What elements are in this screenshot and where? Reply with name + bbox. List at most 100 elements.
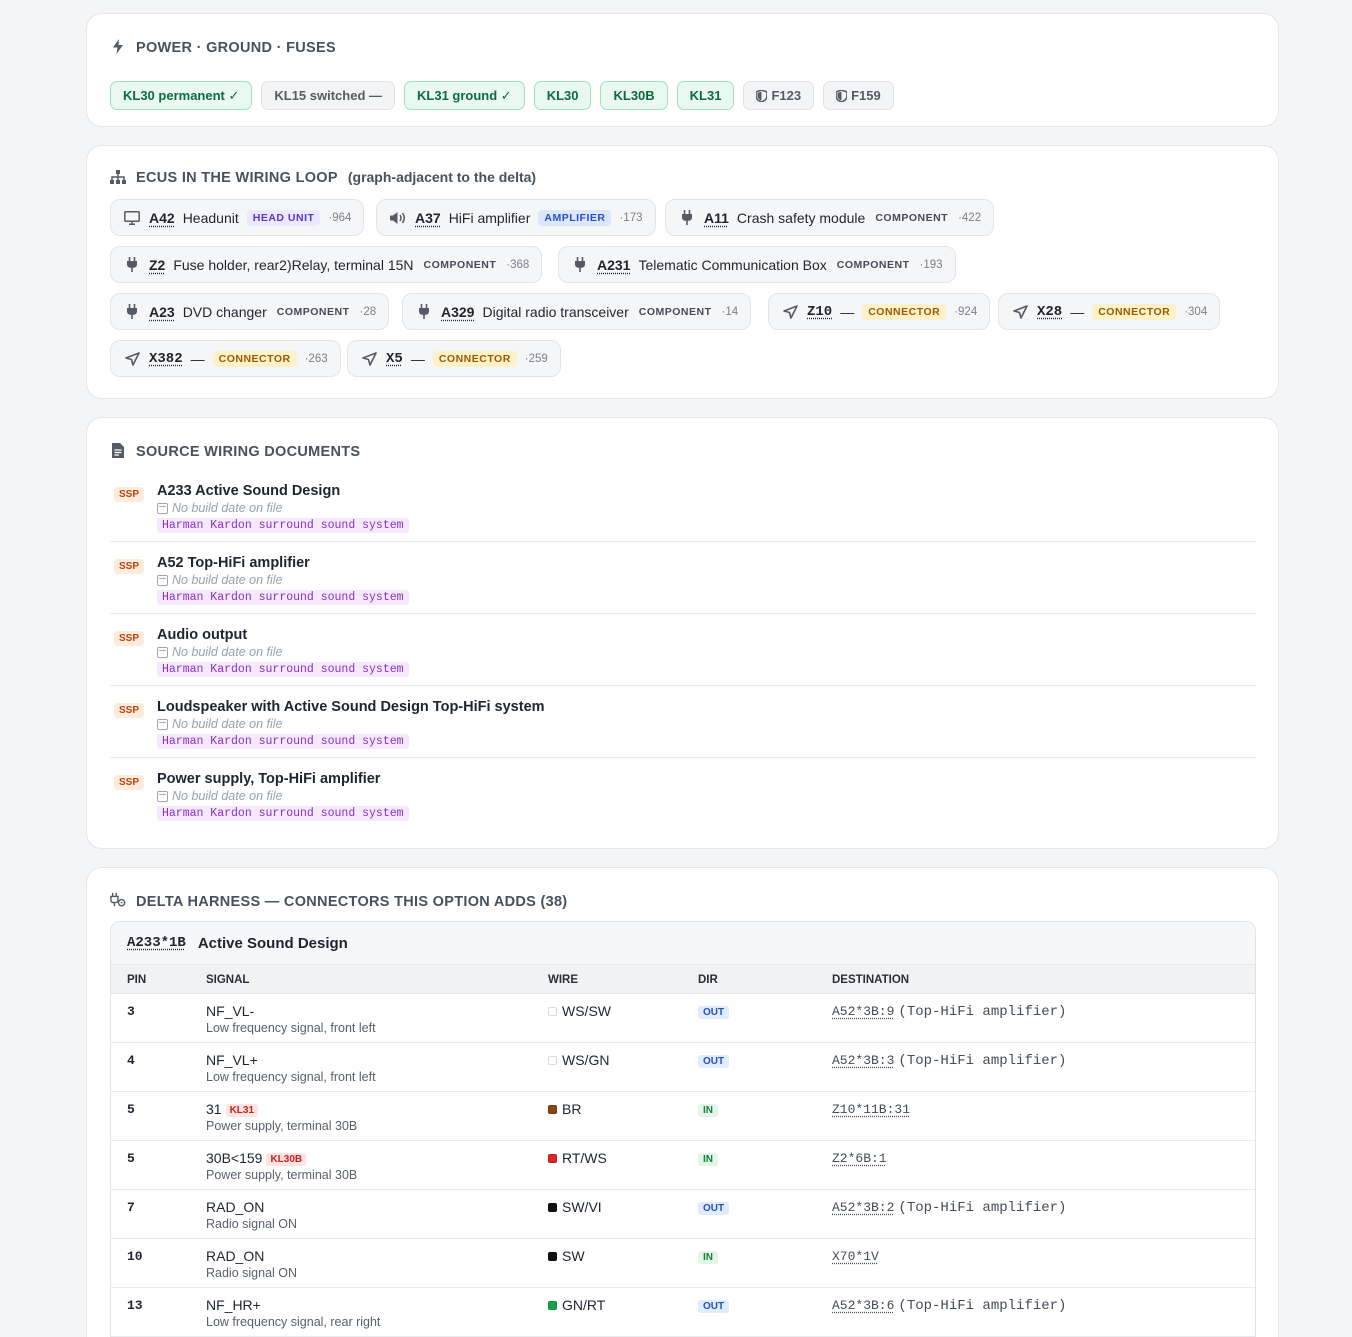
ecu-item-a231[interactable]: A231 Telematic Communication Box COMPONENT…: [558, 246, 956, 283]
ecu-code-link[interactable]: A11: [704, 210, 729, 226]
wire-color-swatch: [548, 1203, 557, 1212]
pin-table-body: 3 NF_VL- Low frequency signal, front left W…: [111, 994, 1255, 1337]
power-chip-label: KL30B: [613, 88, 654, 103]
power-chip-label: KL15 switched —: [274, 88, 382, 103]
doc-type-badge: SSP: [114, 631, 144, 646]
plug-icon: [123, 257, 141, 273]
ecu-item-x28[interactable]: X28 — CONNECTOR ·304: [998, 293, 1220, 330]
power-chip[interactable]: KL30B: [600, 81, 667, 110]
connector-icon: [1011, 304, 1029, 320]
table-row[interactable]: 3 NF_VL- Low frequency signal, front left W…: [111, 994, 1255, 1043]
destination-cell: X70*1V: [832, 1249, 879, 1264]
doc-title-link[interactable]: Audio output: [157, 627, 247, 643]
power-chip[interactable]: KL30 permanent ✓: [110, 81, 252, 110]
table-row[interactable]: 5 30B<159 KL30B Power supply, terminal 30B R…: [111, 1141, 1255, 1190]
ecu-item-a23[interactable]: A23 DVD changer COMPONENT ·28: [110, 293, 389, 330]
ecu-type-badge: COMPONENT: [637, 304, 714, 320]
doc-title-link[interactable]: A52 Top-HiFi amplifier: [157, 555, 310, 571]
plug-icon: [571, 257, 589, 273]
document-item[interactable]: SSP Power supply, Top-HiFi amplifier No bu…: [110, 767, 1256, 839]
power-chip[interactable]: F159: [823, 81, 894, 110]
connector-icon: [781, 304, 799, 320]
destination-link[interactable]: Z2*6B:1: [832, 1151, 887, 1166]
calendar-icon: [157, 791, 168, 802]
table-row[interactable]: 5 31 KL31 Power supply, terminal 30B BR IN Z10…: [111, 1092, 1255, 1141]
power-chip[interactable]: KL15 switched —: [261, 81, 395, 110]
pin-number: 5: [127, 1151, 135, 1166]
doc-title-link[interactable]: A233 Active Sound Design: [157, 483, 340, 499]
table-row[interactable]: 10 RAD_ON Radio signal ON SW IN X70*1V: [111, 1239, 1255, 1288]
table-row[interactable]: 13 NF_HR+ Low frequency signal, rear right…: [111, 1288, 1255, 1337]
ecus-title-text: ECUS IN THE WIRING LOOP: [136, 170, 338, 186]
wire-cell: RT/WS: [548, 1150, 607, 1166]
signal-cell: 31 KL31 Power supply, terminal 30B: [206, 1101, 357, 1133]
destination-link[interactable]: X70*1V: [832, 1249, 879, 1264]
doc-title-link[interactable]: Power supply, Top-HiFi amplifier: [157, 771, 380, 787]
destination-note: (Top-HiFi amplifier): [898, 1200, 1066, 1216]
ecu-code-link[interactable]: X382: [149, 351, 183, 367]
ecu-item-x382[interactable]: X382 — CONNECTOR ·263: [110, 340, 341, 377]
doc-title-link[interactable]: Loudspeaker with Active Sound Design Top…: [157, 699, 545, 715]
destination-link[interactable]: A52*3B:2: [832, 1200, 894, 1215]
ecu-code-link[interactable]: A231: [597, 257, 630, 273]
ecu-code-link[interactable]: A23: [149, 304, 175, 320]
ecu-code-link[interactable]: A42: [149, 210, 175, 226]
plug-gear-icon: [110, 892, 126, 908]
destination-cell: Z2*6B:1: [832, 1151, 887, 1166]
ecu-type-badge: COMPONENT: [422, 257, 499, 273]
shield-icon: [756, 90, 767, 102]
destination-link[interactable]: A52*3B:9: [832, 1004, 894, 1019]
ecu-item-a42[interactable]: A42 Headunit HEAD UNIT ·964: [110, 199, 364, 236]
pin-table-header: PIN SIGNAL WIRE DIR DESTINATION: [111, 965, 1255, 994]
ecu-item-a37[interactable]: A37 HiFi amplifier AMPLIFIER ·173: [376, 199, 656, 236]
power-chip-list: KL30 permanent ✓ KL15 switched — KL31 grou…: [110, 81, 894, 110]
ecu-code-link[interactable]: Z2: [149, 257, 165, 273]
power-chip[interactable]: KL31 ground ✓: [404, 81, 525, 110]
wire-cell: BR: [548, 1101, 581, 1117]
wire-color-swatch: [548, 1007, 557, 1016]
col-signal: SIGNAL: [206, 974, 249, 986]
calendar-icon: [157, 719, 168, 730]
ecu-item-a11[interactable]: A11 Crash safety module COMPONENT ·422: [665, 199, 994, 236]
connector-code-link[interactable]: A233*1B: [127, 935, 186, 951]
ecu-item-a329[interactable]: A329 Digital radio transceiver COMPONENT ·1…: [402, 293, 751, 330]
destination-link[interactable]: A52*3B:6: [832, 1298, 894, 1313]
wire-cell: SW/VI: [548, 1199, 602, 1215]
ecu-item-z2[interactable]: Z2 Fuse holder, rear2)Relay, terminal 15N…: [110, 246, 542, 283]
ecu-count: ·964: [328, 212, 351, 224]
doc-type-badge: SSP: [114, 559, 144, 574]
power-chip[interactable]: KL30: [534, 81, 592, 110]
doc-date-text: No build date on file: [172, 717, 283, 731]
ecu-item-z10[interactable]: Z10 — CONNECTOR ·924: [768, 293, 990, 330]
destination-link[interactable]: A52*3B:3: [832, 1053, 894, 1068]
ecu-code-link[interactable]: A329: [441, 304, 474, 320]
col-pin: PIN: [127, 974, 146, 986]
destination-link[interactable]: Z10*11B:31: [832, 1102, 910, 1117]
signal-description: Low frequency signal, front left: [206, 1021, 376, 1035]
signal-description: Low frequency signal, front left: [206, 1070, 376, 1084]
table-row[interactable]: 4 NF_VL+ Low frequency signal, front left W…: [111, 1043, 1255, 1092]
ecu-code-link[interactable]: Z10: [807, 304, 832, 320]
destination-note: (Top-HiFi amplifier): [898, 1298, 1066, 1314]
ecu-name: Telematic Communication Box: [638, 257, 826, 273]
signal-description: Low frequency signal, rear right: [206, 1315, 380, 1329]
pin-number: 5: [127, 1102, 135, 1117]
ecu-code-link[interactable]: X5: [386, 351, 403, 367]
table-row[interactable]: 7 RAD_ON Radio signal ON SW/VI OUT A52*3B:2 (T…: [111, 1190, 1255, 1239]
wire-code: GN/RT: [562, 1297, 605, 1313]
divider: [110, 613, 1256, 614]
pin-number: 3: [127, 1004, 135, 1019]
ecu-code-link[interactable]: X28: [1037, 304, 1062, 320]
ecu-type-badge: COMPONENT: [835, 257, 912, 273]
connector-icon: [360, 351, 378, 367]
direction-badge: IN: [698, 1251, 718, 1264]
power-chip[interactable]: F123: [743, 81, 814, 110]
ecu-code-link[interactable]: A37: [415, 210, 441, 226]
wire-color-swatch: [548, 1252, 557, 1261]
wire-cell: WS/GN: [548, 1052, 609, 1068]
ecu-item-x5[interactable]: X5 — CONNECTOR ·259: [347, 340, 561, 377]
power-ground-fuses-card: POWER · GROUND · FUSES KL30 permanent ✓ K…: [86, 13, 1279, 127]
direction-badge: IN: [698, 1104, 718, 1117]
direction-badge: OUT: [698, 1055, 729, 1068]
power-chip[interactable]: KL31: [677, 81, 735, 110]
